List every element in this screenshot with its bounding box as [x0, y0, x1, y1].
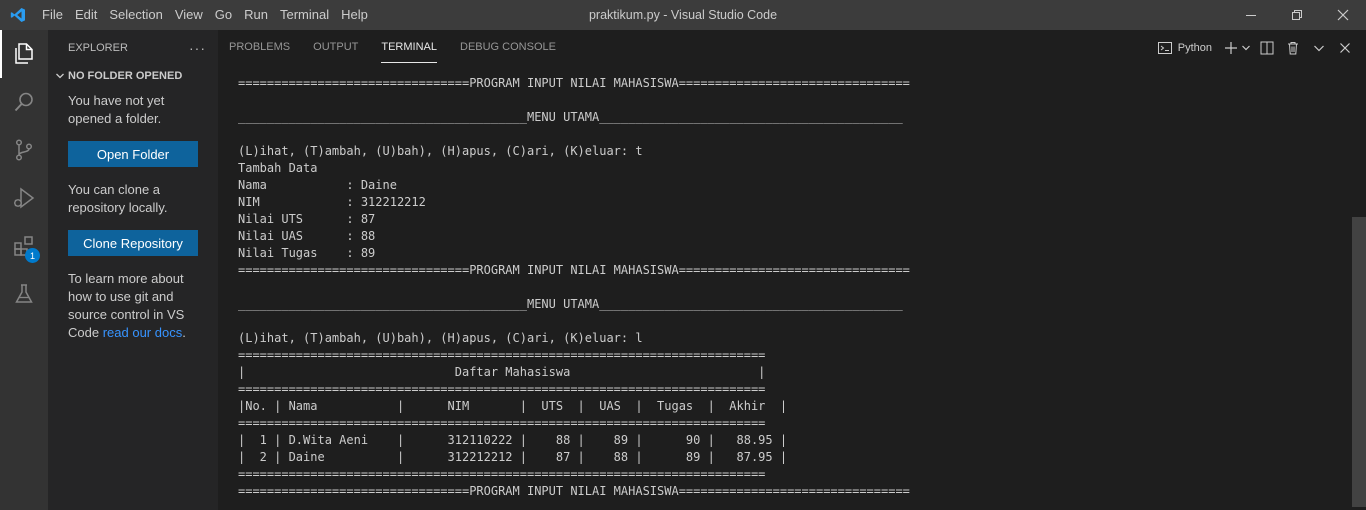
- plus-icon: [1225, 41, 1237, 54]
- split-terminal-button[interactable]: [1256, 37, 1278, 59]
- menu-view[interactable]: View: [169, 0, 209, 30]
- clone-message: You can clone a repository locally.: [68, 182, 168, 215]
- learn-more-message: To learn more about how to use git and s…: [48, 270, 218, 342]
- terminal-selector[interactable]: Python: [1157, 40, 1212, 56]
- terminal-line: (L)ihat, (T)ambah, (U)bah), (H)apus, (C)…: [238, 331, 643, 345]
- menu-help[interactable]: Help: [335, 0, 374, 30]
- read-docs-link[interactable]: read our docs: [103, 325, 183, 340]
- activity-source-control[interactable]: [0, 126, 48, 174]
- close-icon: [1340, 42, 1350, 53]
- menu-file[interactable]: File: [36, 0, 69, 30]
- terminal-line: | 1 | D.Wita Aeni | 312110222 | 88 | 89 …: [238, 433, 788, 447]
- close-window-button[interactable]: [1320, 0, 1366, 30]
- new-terminal-button[interactable]: [1220, 37, 1242, 59]
- split-icon: [1260, 41, 1274, 54]
- terminal-line: | 2 | Daine | 312212212 | 87 | 88 | 89 |…: [238, 450, 788, 464]
- terminal-line: ________________________________________…: [238, 297, 903, 311]
- close-icon: [1337, 9, 1349, 21]
- terminal-line: Nilai UAS : 88: [238, 229, 376, 243]
- terminal-scrollbar[interactable]: [1352, 65, 1366, 510]
- files-icon: [15, 43, 33, 64]
- minimize-icon: [1246, 15, 1256, 16]
- menu-run[interactable]: Run: [238, 0, 274, 30]
- search-icon: [14, 92, 33, 112]
- vscode-logo-icon: [0, 0, 36, 30]
- terminal-name: Python: [1177, 41, 1212, 54]
- terminal-line: ================================PROGRAM …: [238, 76, 910, 90]
- activity-run-debug[interactable]: [0, 174, 48, 222]
- sidebar-header: EXPLORER ···: [48, 30, 218, 65]
- sidebar-title: EXPLORER: [68, 41, 128, 54]
- terminal-icon: [1157, 41, 1172, 54]
- no-folder-message: You have not yet opened a folder.: [68, 93, 165, 126]
- terminal-line: NIM : 312212212: [238, 195, 426, 209]
- chevron-down-icon: [1314, 45, 1324, 51]
- restore-button[interactable]: [1274, 0, 1320, 30]
- terminal-line: Tambah Data: [238, 161, 318, 175]
- chevron-down-icon: [52, 71, 68, 81]
- learn-more-end: .: [182, 325, 186, 340]
- section-title: NO FOLDER OPENED: [68, 70, 183, 82]
- trash-icon: [1288, 41, 1298, 54]
- terminal-line: ========================================…: [238, 382, 766, 396]
- terminal-line: | Daftar Mahasiswa |: [238, 365, 766, 379]
- terminal-line: ________________________________________…: [238, 110, 903, 124]
- bottom-panel: PROBLEMS OUTPUT TERMINAL DEBUG CONSOLE P…: [218, 30, 1366, 510]
- activity-explorer[interactable]: [0, 30, 48, 78]
- minimize-button[interactable]: [1228, 0, 1274, 30]
- terminal-output[interactable]: ================================PROGRAM …: [238, 75, 1338, 505]
- maximize-panel-button[interactable]: [1308, 37, 1330, 59]
- menu-bar: File Edit Selection View Go Run Terminal…: [36, 0, 374, 30]
- tab-debug-console[interactable]: DEBUG CONSOLE: [449, 30, 567, 65]
- extensions-badge: 1: [25, 248, 40, 263]
- chevron-down-icon: [1242, 45, 1250, 50]
- terminal-line: Nama : Daine: [238, 178, 397, 192]
- more-actions-icon[interactable]: ···: [189, 40, 206, 56]
- source-control-icon: [15, 139, 33, 161]
- terminal-line: ========================================…: [238, 467, 766, 481]
- menu-edit[interactable]: Edit: [69, 0, 103, 30]
- tab-problems[interactable]: PROBLEMS: [218, 30, 301, 65]
- terminal-dropdown-button[interactable]: [1240, 37, 1252, 59]
- panel-tabs: PROBLEMS OUTPUT TERMINAL DEBUG CONSOLE: [218, 30, 568, 65]
- clone-repository-button[interactable]: Clone Repository: [68, 230, 198, 256]
- open-folder-button[interactable]: Open Folder: [68, 141, 198, 167]
- activity-extensions[interactable]: 1: [0, 222, 48, 270]
- menu-go[interactable]: Go: [209, 0, 238, 30]
- testing-flask-icon: [15, 284, 33, 303]
- menu-selection[interactable]: Selection: [103, 0, 168, 30]
- activity-testing[interactable]: [0, 270, 48, 318]
- terminal-line: ================================PROGRAM …: [238, 263, 910, 277]
- close-panel-button[interactable]: [1334, 37, 1356, 59]
- title-bar: File Edit Selection View Go Run Terminal…: [0, 0, 1366, 30]
- terminal-line: ========================================…: [238, 348, 766, 362]
- tab-output[interactable]: OUTPUT: [302, 30, 369, 65]
- tab-terminal[interactable]: TERMINAL: [370, 30, 448, 65]
- run-debug-icon: [14, 187, 35, 209]
- terminal-line: Nilai UTS : 87: [238, 212, 376, 226]
- panel-actions: Python: [1157, 30, 1356, 65]
- terminal-line: ================================PROGRAM …: [238, 484, 910, 498]
- terminal-line: |No. | Nama | NIM | UTS | UAS | Tugas | …: [238, 399, 788, 413]
- no-folder-section-header[interactable]: NO FOLDER OPENED: [48, 65, 218, 87]
- terminal-line: Nilai Tugas : 89: [238, 246, 376, 260]
- explorer-sidebar: EXPLORER ··· NO FOLDER OPENED You have n…: [48, 30, 218, 510]
- activity-search[interactable]: [0, 78, 48, 126]
- terminal-line: ========================================…: [238, 416, 766, 430]
- scrollbar-thumb[interactable]: [1352, 217, 1366, 507]
- restore-icon: [1292, 10, 1302, 20]
- terminal-line: (L)ihat, (T)ambah, (U)bah), (H)apus, (C)…: [238, 144, 643, 158]
- window-controls: [1228, 0, 1366, 30]
- activity-bar: 1: [0, 30, 48, 510]
- menu-terminal[interactable]: Terminal: [274, 0, 335, 30]
- kill-terminal-button[interactable]: [1282, 37, 1304, 59]
